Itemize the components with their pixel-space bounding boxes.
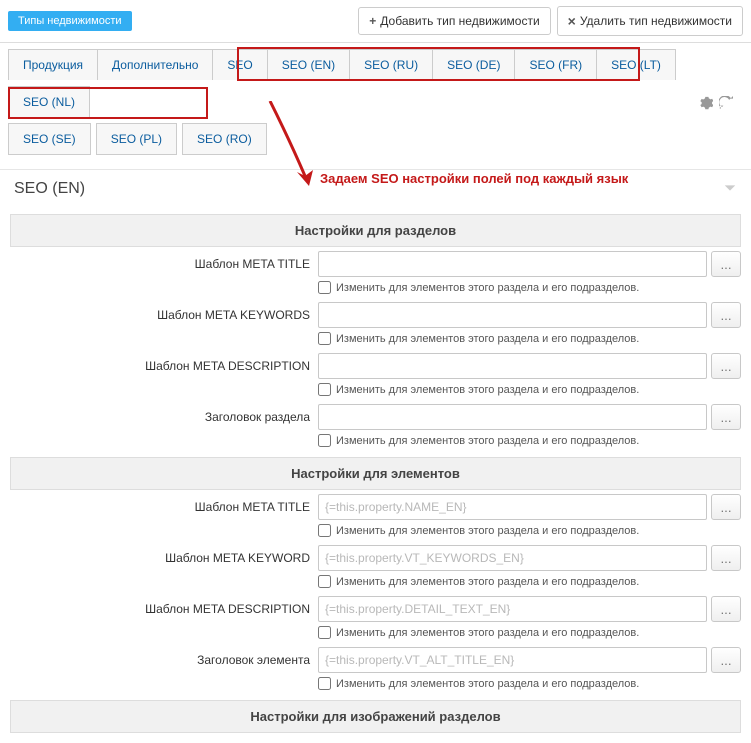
checkbox-row[interactable]: Изменить для элементов этого раздела и е… <box>318 524 741 537</box>
plus-icon <box>369 14 376 28</box>
top-bar: Типы недвижимости Добавить тип недвижимо… <box>0 0 751 43</box>
tabs-row-1: Продукция Дополнительно SEO SEO (EN) SEO… <box>0 43 751 123</box>
tab-product[interactable]: Продукция <box>8 49 98 80</box>
tab-seo-de[interactable]: SEO (DE) <box>432 49 515 80</box>
label-section-heading: Заголовок раздела <box>10 404 310 424</box>
tab-seo-lt[interactable]: SEO (LT) <box>596 49 676 80</box>
chk-label: Изменить для элементов этого раздела и е… <box>336 678 639 690</box>
tab-additional[interactable]: Дополнительно <box>97 49 213 80</box>
gear-icon[interactable] <box>699 96 713 113</box>
input-el-heading[interactable] <box>318 647 707 673</box>
add-type-button[interactable]: Добавить тип недвижимости <box>358 7 550 35</box>
input-meta-description[interactable] <box>318 353 707 379</box>
chk-label: Изменить для элементов этого раздела и е… <box>336 333 639 345</box>
more-button[interactable]: ... <box>711 404 741 430</box>
group-elements-title: Настройки для элементов <box>10 457 741 490</box>
more-button[interactable]: ... <box>711 302 741 328</box>
chk-el-meta-title[interactable] <box>318 524 331 537</box>
chk-meta-description[interactable] <box>318 383 331 396</box>
chevron-down-icon <box>723 181 737 198</box>
row-el-meta-title: Шаблон META TITLE ... Изменить для элеме… <box>10 490 741 541</box>
checkbox-row[interactable]: Изменить для элементов этого раздела и е… <box>318 281 741 294</box>
label-meta-description: Шаблон META DESCRIPTION <box>10 353 310 373</box>
chk-label: Изменить для элементов этого раздела и е… <box>336 525 639 537</box>
tab-seo-ru[interactable]: SEO (RU) <box>349 49 433 80</box>
tabs-container: Продукция Дополнительно SEO SEO (EN) SEO… <box>0 43 751 169</box>
checkbox-row[interactable]: Изменить для элементов этого раздела и е… <box>318 383 741 396</box>
input-el-meta-title[interactable] <box>318 494 707 520</box>
section-title: SEO (EN) <box>14 180 85 198</box>
checkbox-row[interactable]: Изменить для элементов этого раздела и е… <box>318 575 741 588</box>
chk-el-meta-keyword[interactable] <box>318 575 331 588</box>
more-button[interactable]: ... <box>711 545 741 571</box>
more-button[interactable]: ... <box>711 353 741 379</box>
label-el-meta-title: Шаблон META TITLE <box>10 494 310 514</box>
tab-seo-fr[interactable]: SEO (FR) <box>514 49 597 80</box>
chk-el-heading[interactable] <box>318 677 331 690</box>
chk-label: Изменить для элементов этого раздела и е… <box>336 435 639 447</box>
row-el-meta-keyword: Шаблон META KEYWORD ... Изменить для эле… <box>10 541 741 592</box>
input-meta-keywords[interactable] <box>318 302 707 328</box>
checkbox-row[interactable]: Изменить для элементов этого раздела и е… <box>318 434 741 447</box>
tabs-row-2: SEO (SE) SEO (PL) SEO (RO) <box>0 123 751 169</box>
input-meta-title[interactable] <box>318 251 707 277</box>
tab-tools <box>699 96 743 113</box>
chk-label: Изменить для элементов этого раздела и е… <box>336 627 639 639</box>
row-section-meta-description: Шаблон META DESCRIPTION ... Изменить для… <box>10 349 741 400</box>
checkbox-row[interactable]: Изменить для элементов этого раздела и е… <box>318 677 741 690</box>
more-button[interactable]: ... <box>711 494 741 520</box>
tab-seo-en[interactable]: SEO (EN) <box>267 49 350 80</box>
group-sections-title: Настройки для разделов <box>10 214 741 247</box>
tab-seo-se[interactable]: SEO (SE) <box>8 123 91 155</box>
row-section-meta-keywords: Шаблон META KEYWORDS ... Изменить для эл… <box>10 298 741 349</box>
input-section-heading[interactable] <box>318 404 707 430</box>
chk-meta-title[interactable] <box>318 281 331 294</box>
tab-seo-nl[interactable]: SEO (NL) <box>8 86 90 117</box>
chk-label: Изменить для элементов этого раздела и е… <box>336 384 639 396</box>
reload-icon[interactable] <box>719 96 733 113</box>
tab-seo-pl[interactable]: SEO (PL) <box>96 123 177 155</box>
group-images-title: Настройки для изображений разделов <box>10 700 741 733</box>
add-type-label: Добавить тип недвижимости <box>380 14 539 28</box>
chk-section-heading[interactable] <box>318 434 331 447</box>
x-icon <box>568 13 576 29</box>
delete-type-button[interactable]: Удалить тип недвижимости <box>557 6 743 36</box>
checkbox-row[interactable]: Изменить для элементов этого раздела и е… <box>318 332 741 345</box>
chk-el-meta-description[interactable] <box>318 626 331 639</box>
tab-seo-ro[interactable]: SEO (RO) <box>182 123 267 155</box>
chk-meta-keywords[interactable] <box>318 332 331 345</box>
input-el-meta-keyword[interactable] <box>318 545 707 571</box>
more-button[interactable]: ... <box>711 251 741 277</box>
label-el-meta-description: Шаблон META DESCRIPTION <box>10 596 310 616</box>
chk-label: Изменить для элементов этого раздела и е… <box>336 576 639 588</box>
row-section-heading: Заголовок раздела ... Изменить для элеме… <box>10 400 741 451</box>
label-el-heading: Заголовок элемента <box>10 647 310 667</box>
chk-label: Изменить для элементов этого раздела и е… <box>336 282 639 294</box>
section-header[interactable]: SEO (EN) <box>0 169 751 208</box>
label-meta-keywords: Шаблон META KEYWORDS <box>10 302 310 322</box>
realty-types-tag[interactable]: Типы недвижимости <box>8 11 132 31</box>
tab-seo[interactable]: SEO <box>212 49 267 80</box>
checkbox-row[interactable]: Изменить для элементов этого раздела и е… <box>318 626 741 639</box>
label-meta-title: Шаблон META TITLE <box>10 251 310 271</box>
panel-body: Настройки для разделов Шаблон META TITLE… <box>0 214 751 743</box>
more-button[interactable]: ... <box>711 647 741 673</box>
row-section-meta-title: Шаблон META TITLE ... Изменить для элеме… <box>10 247 741 298</box>
label-el-meta-keyword: Шаблон META KEYWORD <box>10 545 310 565</box>
row-el-heading: Заголовок элемента ... Изменить для элем… <box>10 643 741 694</box>
delete-type-label: Удалить тип недвижимости <box>580 14 732 28</box>
